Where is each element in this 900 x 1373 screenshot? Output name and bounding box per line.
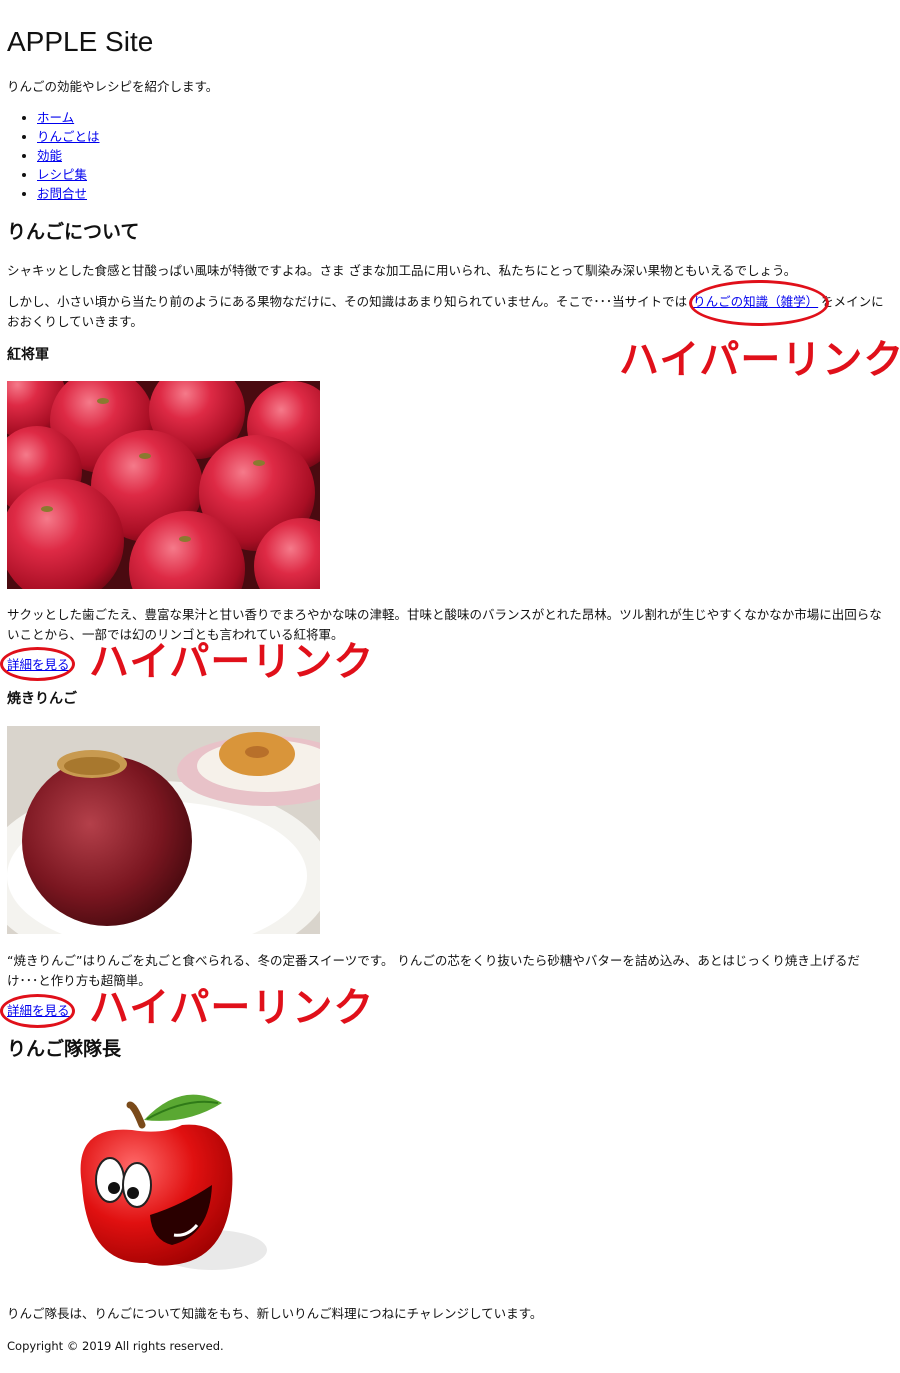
annotation-label-hyperlink-1: ハイパーリンク bbox=[619, 337, 900, 383]
kousyougun-photo bbox=[7, 381, 320, 589]
about-paragraph-1: シャキッとした食感と甘酸っぱい風味が特徴ですよね。さま ざまな加工品に用いられ、… bbox=[7, 263, 797, 278]
nav-item-home: ホーム bbox=[37, 108, 100, 127]
about-heading: りんごについて bbox=[7, 221, 140, 243]
site-title: APPLE Site bbox=[7, 26, 154, 57]
nav-item-about: りんごとは bbox=[37, 127, 100, 146]
nav-link-about[interactable]: りんごとは bbox=[37, 129, 100, 144]
apple-mascot-image bbox=[80, 1094, 267, 1270]
copyright-text: Copyright © 2019 All rights reserved. bbox=[7, 1339, 224, 1353]
nav-link-home[interactable]: ホーム bbox=[37, 110, 74, 125]
kousyougun-heading: 紅将軍 bbox=[7, 347, 49, 363]
captain-illustration bbox=[62, 1085, 272, 1285]
site-tagline: りんごの効能やレシピを紹介します。 bbox=[7, 79, 219, 94]
yakiringo-detail-link[interactable]: 詳細を見る bbox=[7, 1001, 70, 1021]
apple-knowledge-link[interactable]: りんごの知識（雑学） bbox=[687, 294, 821, 309]
nav-link-recipes[interactable]: レシピ集 bbox=[37, 167, 87, 182]
nav-link-contact[interactable]: お問合せ bbox=[37, 186, 87, 201]
nav-link-benefits[interactable]: 効能 bbox=[37, 148, 62, 163]
apples-pile-image bbox=[7, 381, 320, 589]
baked-apple-image bbox=[7, 726, 320, 934]
about-paragraph-2-start: しかし、小さい頃から当たり前のようにある果物なだけに、その知識はあまり知られてい… bbox=[7, 294, 688, 309]
yakiringo-photo bbox=[7, 726, 320, 934]
nav-item-benefits: 効能 bbox=[37, 146, 100, 165]
nav-item-contact: お問合せ bbox=[37, 184, 100, 203]
kousyougun-detail-link[interactable]: 詳細を見る bbox=[7, 655, 70, 675]
about-paragraph-2: しかし、小さい頃から当たり前のようにある果物なだけに、その知識はあまり知られてい… bbox=[7, 292, 891, 332]
yakiringo-heading: 焼きりんご bbox=[7, 691, 77, 707]
annotation-label-hyperlink-2: ハイパーリンク bbox=[89, 639, 375, 685]
annotation-label-hyperlink-3: ハイパーリンク bbox=[89, 985, 375, 1031]
captain-heading: りんご隊隊長 bbox=[7, 1038, 122, 1060]
captain-description: りんご隊長は、りんごについて知識をもち、新しいりんご料理につねにチャレンジしてい… bbox=[7, 1306, 543, 1321]
main-nav: ホーム りんごとは 効能 レシピ集 お問合せ bbox=[19, 108, 100, 203]
nav-item-recipes: レシピ集 bbox=[37, 165, 100, 184]
